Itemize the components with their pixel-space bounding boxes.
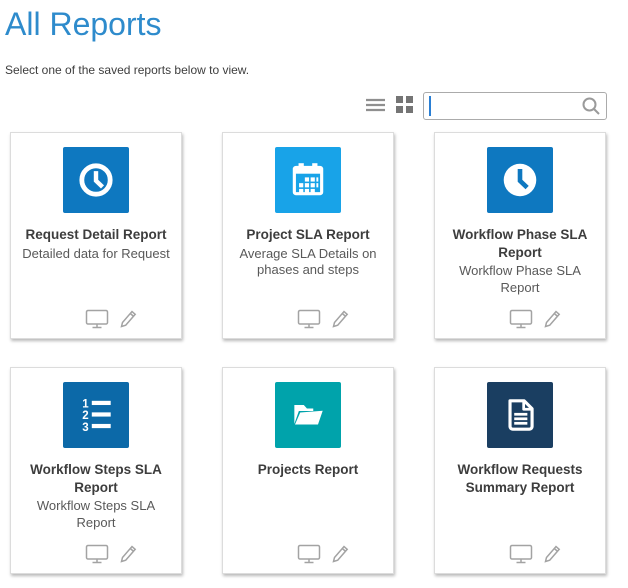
card-description: Workflow Phase SLA Report (435, 261, 605, 297)
view-report-button[interactable] (509, 544, 533, 564)
toolbar (365, 92, 607, 120)
monitor-icon (509, 317, 533, 332)
report-card-workflow-steps-sla[interactable]: 1 2 3 Workflow Steps SLA Report Workflow… (10, 367, 182, 574)
page-title: All Reports (5, 6, 628, 43)
card-actions (27, 543, 197, 564)
folder-open-icon (275, 382, 341, 448)
pencil-icon (330, 552, 351, 567)
svg-text:1: 1 (82, 399, 89, 411)
pencil-icon (542, 317, 563, 332)
svg-text:3: 3 (82, 422, 88, 434)
monitor-icon (509, 552, 533, 567)
report-card-request-detail[interactable]: Request Detail Report Detailed data for … (10, 132, 182, 339)
card-actions (239, 543, 409, 564)
pencil-icon (542, 552, 563, 567)
card-title: Workflow Phase SLA Report (435, 226, 605, 261)
edit-report-button[interactable] (118, 308, 139, 329)
card-description: Workflow Steps SLA Report (11, 496, 181, 532)
document-icon (487, 382, 553, 448)
clock-outline-icon (63, 147, 129, 213)
report-card-workflow-requests-summary[interactable]: Workflow Requests Summary Report (434, 367, 606, 574)
search-icon[interactable] (581, 96, 601, 116)
ordered-list-icon: 1 2 3 (63, 382, 129, 448)
view-report-button[interactable] (297, 309, 321, 329)
card-title: Workflow Steps SLA Report (11, 461, 181, 496)
grid-view-button[interactable] (394, 96, 414, 116)
pencil-icon (118, 317, 139, 332)
view-report-button[interactable] (297, 544, 321, 564)
card-title: Workflow Requests Summary Report (435, 461, 605, 496)
pencil-icon (118, 552, 139, 567)
list-view-button[interactable] (365, 96, 385, 116)
edit-report-button[interactable] (542, 543, 563, 564)
grid-view-icon (396, 96, 413, 116)
edit-report-button[interactable] (330, 308, 351, 329)
search-box (423, 92, 607, 120)
card-title: Projects Report (223, 461, 393, 479)
svg-text:2: 2 (82, 410, 88, 422)
view-report-button[interactable] (85, 544, 109, 564)
monitor-icon (85, 317, 109, 332)
calendar-icon (275, 147, 341, 213)
clock-solid-icon (487, 147, 553, 213)
card-actions (27, 308, 197, 329)
view-report-button[interactable] (509, 309, 533, 329)
card-actions (239, 308, 409, 329)
edit-report-button[interactable] (330, 543, 351, 564)
search-input[interactable] (430, 94, 580, 118)
list-view-icon (366, 98, 385, 115)
pencil-icon (330, 317, 351, 332)
card-description (435, 496, 605, 498)
card-actions (451, 308, 621, 329)
card-description: Average SLA Details on phases and steps (223, 244, 393, 280)
card-title: Request Detail Report (11, 226, 181, 244)
report-card-grid: Request Detail Report Detailed data for … (10, 132, 606, 574)
card-description (223, 479, 393, 481)
report-card-projects[interactable]: Projects Report (222, 367, 394, 574)
report-card-workflow-phase-sla[interactable]: Workflow Phase SLA Report Workflow Phase… (434, 132, 606, 339)
card-actions (451, 543, 621, 564)
edit-report-button[interactable] (542, 308, 563, 329)
report-card-project-sla[interactable]: Project SLA Report Average SLA Details o… (222, 132, 394, 339)
monitor-icon (297, 317, 321, 332)
page-subtitle: Select one of the saved reports below to… (5, 63, 628, 77)
monitor-icon (85, 552, 109, 567)
card-title: Project SLA Report (223, 226, 393, 244)
monitor-icon (297, 552, 321, 567)
view-report-button[interactable] (85, 309, 109, 329)
edit-report-button[interactable] (118, 543, 139, 564)
card-description: Detailed data for Request (11, 244, 181, 263)
